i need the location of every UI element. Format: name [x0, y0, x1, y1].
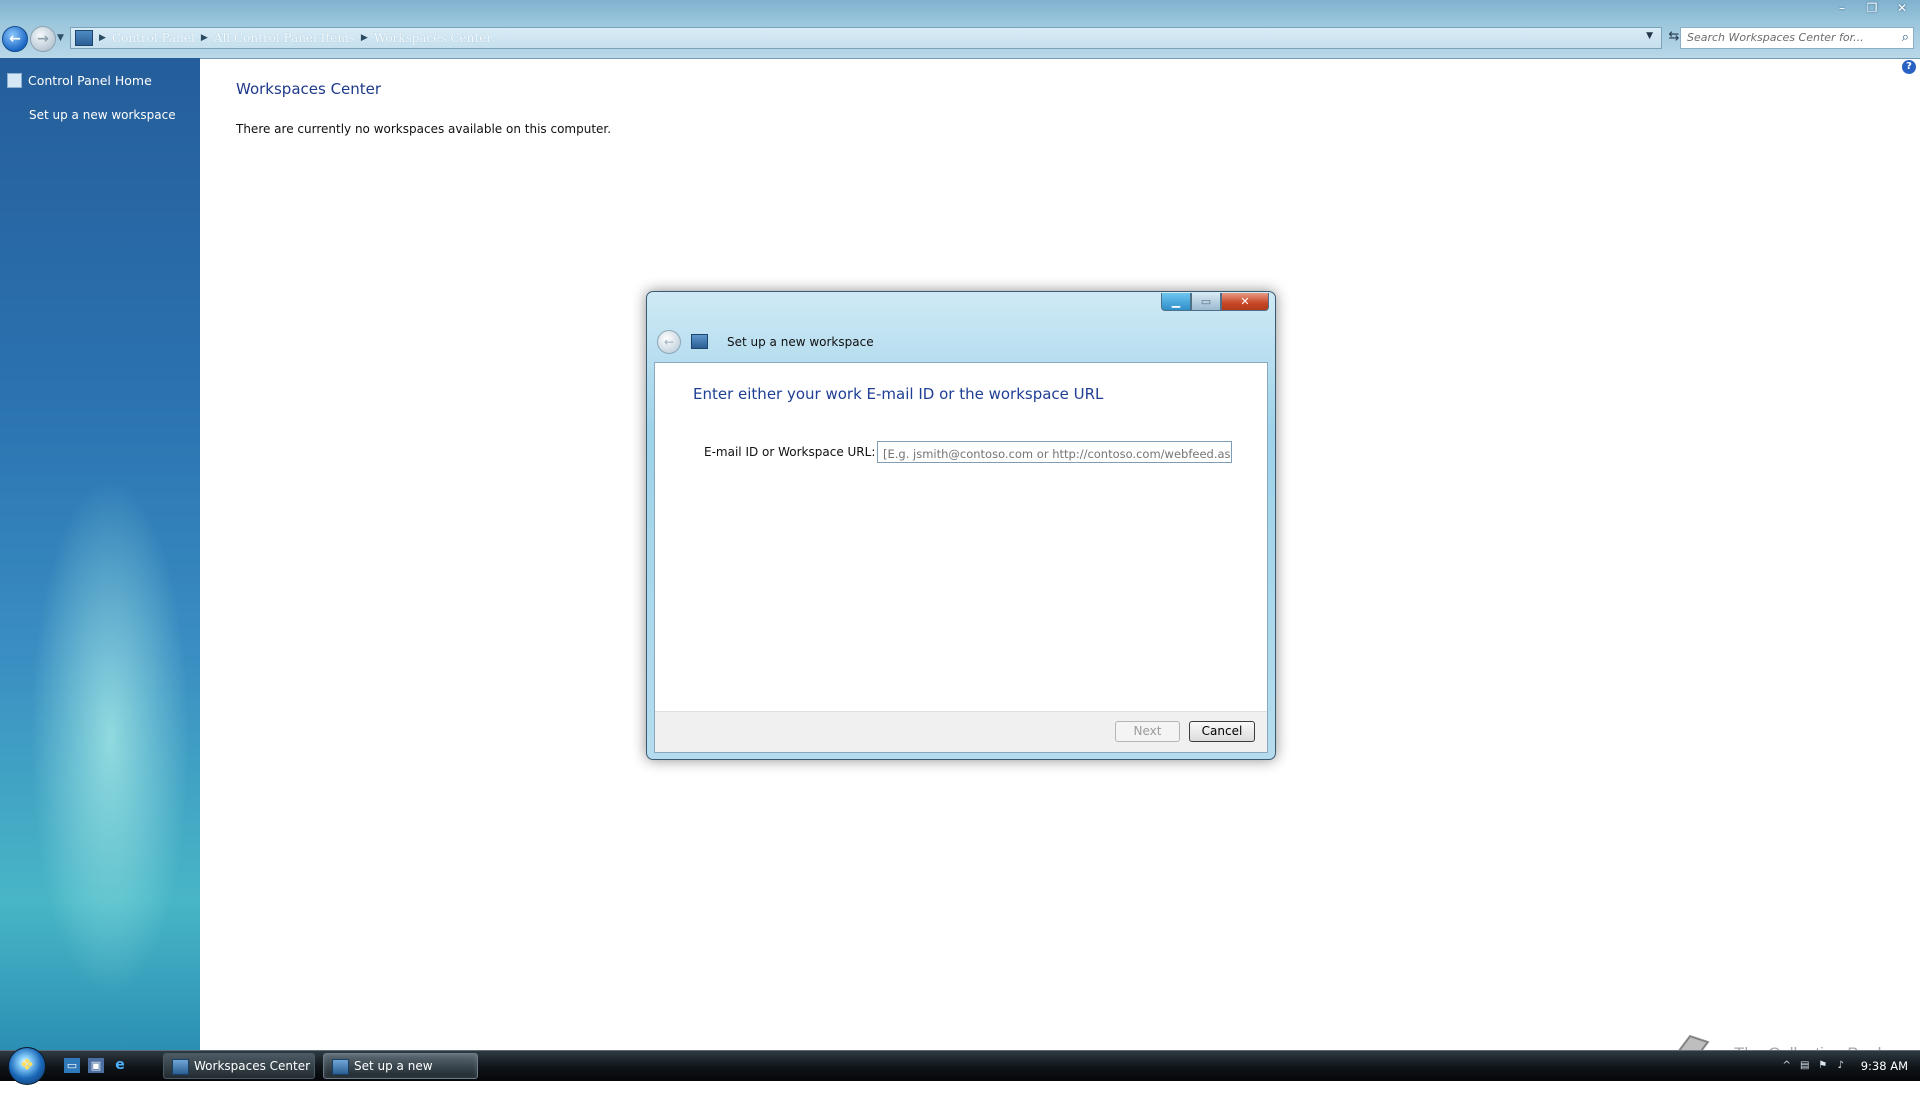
arrow-right-icon: →: [37, 31, 49, 47]
network-icon[interactable]: ▤: [1799, 1060, 1811, 1072]
system-tray: ^ ▤ ⚑ ♪ 9:38 AM: [1781, 1051, 1908, 1081]
cancel-button[interactable]: Cancel: [1189, 721, 1255, 742]
show-hidden-icons-icon[interactable]: ^: [1781, 1060, 1793, 1072]
minimize-button[interactable]: –: [1830, 0, 1854, 16]
control-panel-icon: [75, 30, 93, 46]
switch-windows-icon[interactable]: ▣: [88, 1058, 104, 1073]
taskbar: ❖ ▭ ▣ e Workspaces Center Set up a new w…: [0, 1047, 1920, 1097]
search-placeholder: Search Workspaces Center for...: [1687, 31, 1864, 44]
action-center-icon[interactable]: ⚑: [1817, 1060, 1829, 1072]
dialog-heading: Enter either your work E-mail ID or the …: [693, 385, 1104, 403]
breadcrumb-all-items[interactable]: All Control Panel Items: [214, 31, 355, 45]
taskbar-item-set-up-workspace[interactable]: Set up a new works...: [323, 1053, 478, 1097]
taskbar-item-workspaces-center[interactable]: Workspaces Center: [163, 1053, 315, 1079]
breadcrumb-workspaces-center[interactable]: Workspaces Center: [374, 31, 492, 45]
taskbar-item-label: Workspaces Center: [194, 1059, 311, 1073]
sidebar-item-control-panel-home[interactable]: Control Panel Home: [28, 73, 152, 88]
windows-logo-icon: ❖: [19, 1055, 35, 1074]
maximize-button[interactable]: ❐: [1860, 0, 1884, 16]
volume-icon[interactable]: ♪: [1835, 1060, 1847, 1072]
dialog-minimize-button[interactable]: ▁: [1161, 293, 1191, 311]
recent-pages-dropdown[interactable]: ▼: [57, 33, 65, 43]
workspace-app-icon: [172, 1059, 189, 1075]
email-url-input[interactable]: [877, 441, 1232, 463]
workspace-app-icon: [691, 334, 708, 349]
empty-state-message: There are currently no workspaces availa…: [236, 122, 612, 136]
sidebar-decoration: [30, 478, 190, 998]
chevron-right-icon[interactable]: ▶: [201, 33, 208, 43]
workspace-app-icon: [332, 1059, 349, 1075]
search-icon[interactable]: ⌕: [1902, 30, 1909, 45]
chevron-right-icon[interactable]: ▶: [99, 33, 106, 43]
window-titlebar: – ❐ ✕ ← → ▼ ▶ Control Panel ▶ All Contro…: [0, 0, 1920, 59]
address-dropdown-icon[interactable]: ▼: [1646, 31, 1653, 41]
search-input[interactable]: Search Workspaces Center for... ⌕: [1680, 27, 1914, 49]
dialog-back-button[interactable]: ←: [657, 330, 681, 354]
window-controls: – ❐ ✕: [1830, 0, 1914, 16]
taskbar-item-label: Set up a new works...: [354, 1059, 433, 1097]
email-url-label: E-mail ID or Workspace URL:: [704, 445, 876, 459]
forward-button[interactable]: →: [30, 26, 56, 52]
arrow-left-icon: ←: [9, 31, 21, 47]
dialog-close-button[interactable]: ✕: [1221, 293, 1269, 311]
address-bar[interactable]: ▶ Control Panel ▶ All Control Panel Item…: [70, 27, 1662, 49]
breadcrumb-control-panel[interactable]: Control Panel: [112, 31, 195, 45]
help-icon[interactable]: ?: [1902, 60, 1916, 74]
clock[interactable]: 9:38 AM: [1861, 1059, 1908, 1073]
show-desktop-icon[interactable]: ▭: [64, 1058, 80, 1073]
internet-explorer-icon[interactable]: e: [112, 1058, 128, 1073]
chevron-right-icon[interactable]: ▶: [361, 33, 368, 43]
setup-workspace-dialog: ▁ ▭ ✕ ← Set up a new workspace Enter eit…: [646, 291, 1276, 760]
dialog-body: Enter either your work E-mail ID or the …: [654, 362, 1268, 753]
sidebar: Control Panel Home Set up a new workspac…: [0, 58, 200, 1050]
page-title: Workspaces Center: [236, 80, 382, 98]
next-button[interactable]: Next: [1115, 721, 1180, 742]
dialog-title: Set up a new workspace: [727, 335, 874, 349]
control-panel-home-icon: [7, 73, 22, 88]
dialog-footer: Next Cancel: [655, 711, 1267, 752]
dialog-window-controls: ▁ ▭ ✕: [1161, 293, 1269, 311]
dialog-maximize-button[interactable]: ▭: [1191, 293, 1221, 311]
sidebar-item-set-up-workspace[interactable]: Set up a new workspace: [29, 108, 176, 122]
back-button[interactable]: ←: [2, 26, 28, 52]
start-button[interactable]: ❖: [8, 1047, 46, 1085]
close-button[interactable]: ✕: [1890, 0, 1914, 16]
